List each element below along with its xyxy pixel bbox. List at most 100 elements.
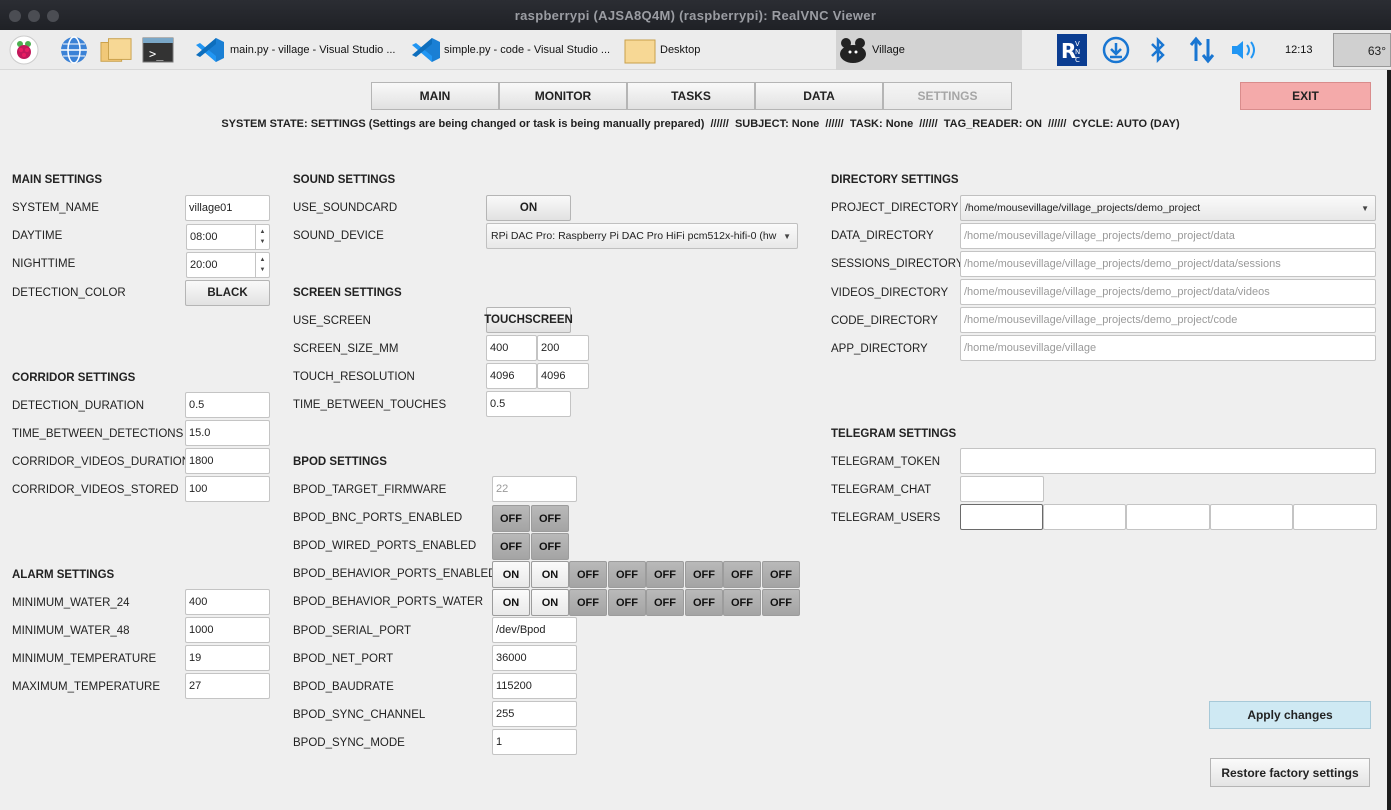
apply-changes-button[interactable]: Apply changes (1209, 701, 1371, 729)
terminal-icon[interactable]: >_ (142, 34, 174, 66)
telegram-chat-input[interactable] (960, 476, 1044, 502)
bpod-behavior-water-port-2-toggle[interactable]: ON (531, 589, 569, 616)
data-directory-input[interactable]: /home/mousevillage/village_projects/demo… (960, 223, 1376, 249)
bpod-behavior-water-port-6-toggle[interactable]: OFF (685, 589, 723, 616)
daytime-spinner[interactable]: ▲ ▼ (255, 225, 269, 249)
code-directory-input[interactable]: /home/mousevillage/village_projects/demo… (960, 307, 1376, 333)
code-directory-label: CODE_DIRECTORY (831, 315, 938, 327)
corridor-videos-stored-input[interactable]: 100 (185, 476, 270, 502)
tab-monitor[interactable]: MONITOR (499, 82, 627, 110)
bpod-baudrate-input[interactable]: 115200 (492, 673, 577, 699)
svg-text:V: V (1075, 40, 1080, 48)
minimum-water-48-input[interactable]: 1000 (185, 617, 270, 643)
tab-settings[interactable]: SETTINGS (883, 82, 1012, 110)
nighttime-time-input[interactable]: 20:00 ▲ ▼ (186, 252, 270, 278)
detection-duration-input[interactable]: 0.5 (185, 392, 270, 418)
bpod-behavior-water-port-4-toggle[interactable]: OFF (608, 589, 646, 616)
telegram-user-1-input[interactable] (960, 504, 1043, 530)
spin-up-icon[interactable]: ▲ (260, 229, 266, 235)
network-icon[interactable] (1186, 34, 1218, 66)
data-directory-label: DATA_DIRECTORY (831, 230, 934, 242)
touch-resolution-y-input[interactable]: 4096 (537, 363, 589, 389)
sound-device-select[interactable]: RPi DAC Pro: Raspberry Pi DAC Pro HiFi p… (486, 223, 798, 249)
volume-icon[interactable] (1228, 34, 1260, 66)
project-directory-select[interactable]: /home/mousevillage/village_projects/demo… (960, 195, 1376, 221)
nighttime-spinner[interactable]: ▲ ▼ (255, 253, 269, 277)
bpod-wired-port-1-toggle[interactable]: OFF (492, 533, 530, 560)
bpod-behavior-enabled-port-3-toggle[interactable]: OFF (569, 561, 607, 588)
use-screen-toggle[interactable]: TOUCHSCREEN (484, 307, 573, 333)
bpod-behavior-water-port-5-toggle[interactable]: OFF (646, 589, 684, 616)
bpod-sync-mode-input[interactable]: 1 (492, 729, 577, 755)
daytime-time-input[interactable]: 08:00 ▲ ▼ (186, 224, 270, 250)
sessions-directory-input[interactable]: /home/mousevillage/village_projects/demo… (960, 251, 1376, 277)
telegram-user-2-input[interactable] (1043, 504, 1126, 530)
bpod-target-firmware-input[interactable]: 22 (492, 476, 577, 502)
bpod-behavior-ports-enabled-label: BPOD_BEHAVIOR_PORTS_ENABLED (293, 568, 497, 580)
taskbar: >_ main.py - village - Visual Studio ...… (0, 30, 1391, 70)
detection-color-button[interactable]: BLACK (185, 280, 270, 306)
download-updates-icon[interactable] (1100, 34, 1132, 66)
taskbar-app-village[interactable]: Village (836, 30, 1022, 70)
maximum-temperature-input[interactable]: 27 (185, 673, 270, 699)
bpod-bnc-port-1-toggle[interactable]: OFF (492, 505, 530, 532)
bpod-bnc-port-2-toggle[interactable]: OFF (531, 505, 569, 532)
bpod-behavior-water-port-7-toggle[interactable]: OFF (723, 589, 761, 616)
vnc-icon[interactable]: RVNC (1056, 34, 1088, 66)
bpod-behavior-enabled-port-1-toggle[interactable]: ON (492, 561, 530, 588)
bpod-behavior-water-port-1-toggle[interactable]: ON (492, 589, 530, 616)
system-name-input[interactable]: village01 (185, 195, 270, 221)
bpod-wired-port-2-toggle[interactable]: OFF (531, 533, 569, 560)
telegram-user-3-input[interactable] (1126, 504, 1210, 530)
tab-data[interactable]: DATA (755, 82, 883, 110)
taskbar-app-main-py[interactable]: main.py - village - Visual Studio ... (194, 30, 395, 70)
telegram-user-4-input[interactable] (1210, 504, 1293, 530)
videos-directory-input[interactable]: /home/mousevillage/village_projects/demo… (960, 279, 1376, 305)
corridor-videos-stored-label: CORRIDOR_VIDEOS_STORED (12, 484, 179, 496)
screen-width-input[interactable]: 400 (486, 335, 537, 361)
time-between-touches-input[interactable]: 0.5 (486, 391, 571, 417)
telegram-user-5-input[interactable] (1293, 504, 1377, 530)
telegram-settings-title: TELEGRAM SETTINGS (831, 428, 957, 440)
bpod-behavior-enabled-port-6-toggle[interactable]: OFF (685, 561, 723, 588)
svg-text:C: C (1075, 56, 1080, 64)
cpu-temperature-monitor: 63° (1333, 33, 1391, 67)
spin-down-icon[interactable]: ▼ (260, 239, 266, 245)
app-directory-input[interactable]: /home/mousevillage/village (960, 335, 1376, 361)
spin-down-icon[interactable]: ▼ (260, 267, 266, 273)
bpod-behavior-enabled-port-5-toggle[interactable]: OFF (646, 561, 684, 588)
minimum-temperature-input[interactable]: 19 (185, 645, 270, 671)
corridor-videos-duration-input[interactable]: 1800 (185, 448, 270, 474)
raspberry-menu-icon[interactable] (8, 34, 40, 66)
use-soundcard-toggle[interactable]: ON (486, 195, 571, 221)
minimum-water-24-input[interactable]: 400 (185, 589, 270, 615)
nighttime-value: 20:00 (190, 259, 218, 271)
web-browser-icon[interactable] (58, 34, 90, 66)
bpod-serial-port-input[interactable]: /dev/Bpod (492, 617, 577, 643)
taskbar-app-desktop[interactable]: Desktop (624, 30, 700, 70)
time-between-detections-input[interactable]: 15.0 (185, 420, 270, 446)
spin-up-icon[interactable]: ▲ (260, 257, 266, 263)
bluetooth-icon[interactable] (1142, 34, 1174, 66)
corridor-videos-duration-label: CORRIDOR_VIDEOS_DURATION (12, 456, 191, 468)
telegram-users-label: TELEGRAM_USERS (831, 512, 941, 524)
screen-height-input[interactable]: 200 (537, 335, 589, 361)
bpod-behavior-enabled-port-7-toggle[interactable]: OFF (723, 561, 761, 588)
file-manager-icon[interactable] (100, 34, 132, 66)
telegram-token-input[interactable] (960, 448, 1376, 474)
taskbar-app-simple-py[interactable]: simple.py - code - Visual Studio ... (410, 30, 610, 70)
detection-color-label: DETECTION_COLOR (12, 287, 126, 299)
restore-factory-settings-button[interactable]: Restore factory settings (1210, 758, 1370, 787)
bpod-behavior-enabled-port-2-toggle[interactable]: ON (531, 561, 569, 588)
bpod-behavior-water-port-8-toggle[interactable]: OFF (762, 589, 800, 616)
tab-tasks[interactable]: TASKS (627, 82, 755, 110)
bpod-net-port-input[interactable]: 36000 (492, 645, 577, 671)
sound-settings-title: SOUND SETTINGS (293, 174, 396, 186)
bpod-behavior-water-port-3-toggle[interactable]: OFF (569, 589, 607, 616)
bpod-behavior-enabled-port-4-toggle[interactable]: OFF (608, 561, 646, 588)
bpod-behavior-enabled-port-8-toggle[interactable]: OFF (762, 561, 800, 588)
tab-main[interactable]: MAIN (371, 82, 499, 110)
bpod-sync-channel-input[interactable]: 255 (492, 701, 577, 727)
touch-resolution-x-input[interactable]: 4096 (486, 363, 537, 389)
exit-button[interactable]: EXIT (1240, 82, 1371, 110)
